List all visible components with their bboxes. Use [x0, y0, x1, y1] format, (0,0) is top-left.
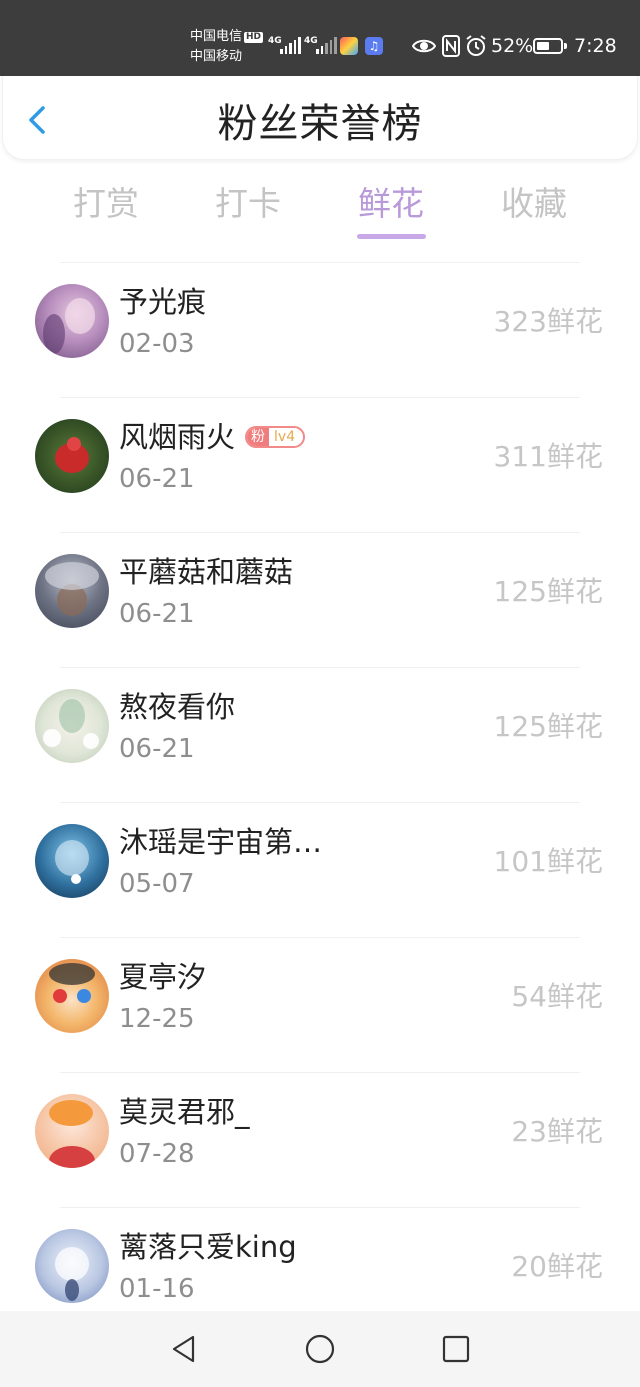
avatar [35, 959, 109, 1033]
flower-count: 23鲜花 [511, 1115, 603, 1148]
flower-count: 125鲜花 [493, 575, 603, 608]
tab-reward[interactable]: 打赏 [56, 176, 156, 232]
list-item[interactable]: 夏亭汐 12-25 54鲜花 [0, 937, 640, 1072]
avatar [35, 689, 109, 763]
fan-name: 沐瑶是宇宙第… [119, 825, 323, 859]
flower-count: 20鲜花 [511, 1250, 603, 1283]
fan-name: 平蘑菇和蘑菇 [119, 555, 294, 589]
list-item[interactable]: 莫灵君邪_ 07-28 23鲜花 [0, 1072, 640, 1207]
fan-date: 02-03 [119, 329, 195, 359]
avatar [35, 824, 109, 898]
signal-icon-1: 4G [268, 36, 301, 54]
back-triangle-icon[interactable] [168, 1333, 200, 1365]
home-circle-icon[interactable] [304, 1333, 336, 1365]
tab-favorites[interactable]: 收藏 [484, 176, 584, 232]
flower-count: 54鲜花 [511, 980, 603, 1013]
flower-count: 101鲜花 [493, 845, 603, 878]
app-header: 粉丝荣誉榜 [2, 76, 638, 160]
flower-count: 125鲜花 [493, 710, 603, 743]
battery-percent: 52% [491, 35, 534, 57]
list-item[interactable]: 平蘑菇和蘑菇 06-21 125鲜花 [0, 532, 640, 667]
fan-date: 01-16 [119, 1274, 195, 1304]
avatar [35, 1094, 109, 1168]
list-item[interactable]: 风烟雨火粉 lv4 06-21 311鲜花 [0, 397, 640, 532]
list-item[interactable]: 沐瑶是宇宙第… 05-07 101鲜花 [0, 802, 640, 937]
avatar [35, 1229, 109, 1303]
flower-count: 323鲜花 [493, 305, 603, 338]
status-bar: 中国电信 HD 中国移动 4G 4G ♫ 52% 7:28 [0, 0, 640, 76]
avatar [35, 419, 109, 493]
fan-name: 莫灵君邪_ [119, 1095, 250, 1129]
avatar [35, 554, 109, 628]
alarm-icon [466, 35, 486, 56]
divider [60, 1207, 580, 1208]
carrier-2: 中国移动 [190, 49, 243, 64]
fan-date: 12-25 [119, 1004, 195, 1034]
tab-flowers[interactable]: 鲜花 [341, 176, 441, 232]
fan-date: 05-07 [119, 869, 195, 899]
divider [60, 1072, 580, 1073]
fan-name: 风烟雨火粉 lv4 [119, 417, 306, 457]
fan-date: 06-21 [119, 734, 195, 764]
divider [60, 802, 580, 803]
app-notification-icon [340, 37, 358, 55]
divider [60, 937, 580, 938]
hd-badge: HD [244, 32, 264, 43]
divider [60, 532, 580, 533]
avatar [35, 284, 109, 358]
list-item[interactable]: 予光痕 02-03 323鲜花 [0, 262, 640, 397]
music-app-icon: ♫ [365, 37, 383, 55]
tab-checkin[interactable]: 打卡 [198, 176, 298, 232]
fan-name: 予光痕 [119, 285, 207, 319]
fan-level-badge: 粉 lv4 [245, 426, 306, 448]
tab-bar: 打赏 打卡 鲜花 收藏 [0, 176, 640, 246]
battery-icon [533, 38, 567, 54]
signal-icon-2: 4G [304, 36, 337, 54]
system-navigation-bar [0, 1311, 640, 1387]
divider [60, 667, 580, 668]
eye-icon [412, 39, 436, 53]
active-tab-indicator [357, 234, 426, 239]
fan-name: 夏亭汐 [119, 960, 207, 994]
flower-count: 311鲜花 [493, 440, 603, 473]
carrier-1: 中国电信 [190, 29, 243, 44]
page-title: 粉丝荣誉榜 [217, 101, 423, 147]
recents-square-icon[interactable] [440, 1333, 472, 1365]
divider [60, 262, 580, 263]
fan-date: 06-21 [119, 464, 195, 494]
fan-name: 熬夜看你 [119, 690, 236, 724]
fan-date: 06-21 [119, 599, 195, 629]
divider [60, 397, 580, 398]
list-item[interactable]: 熬夜看你 06-21 125鲜花 [0, 667, 640, 802]
fan-date: 07-28 [119, 1139, 195, 1169]
fan-name: 蓠落只爱king [119, 1230, 297, 1264]
clock: 7:28 [574, 35, 617, 57]
nfc-icon [442, 35, 460, 57]
carrier-info: 中国电信 HD 中国移动 [190, 27, 264, 67]
